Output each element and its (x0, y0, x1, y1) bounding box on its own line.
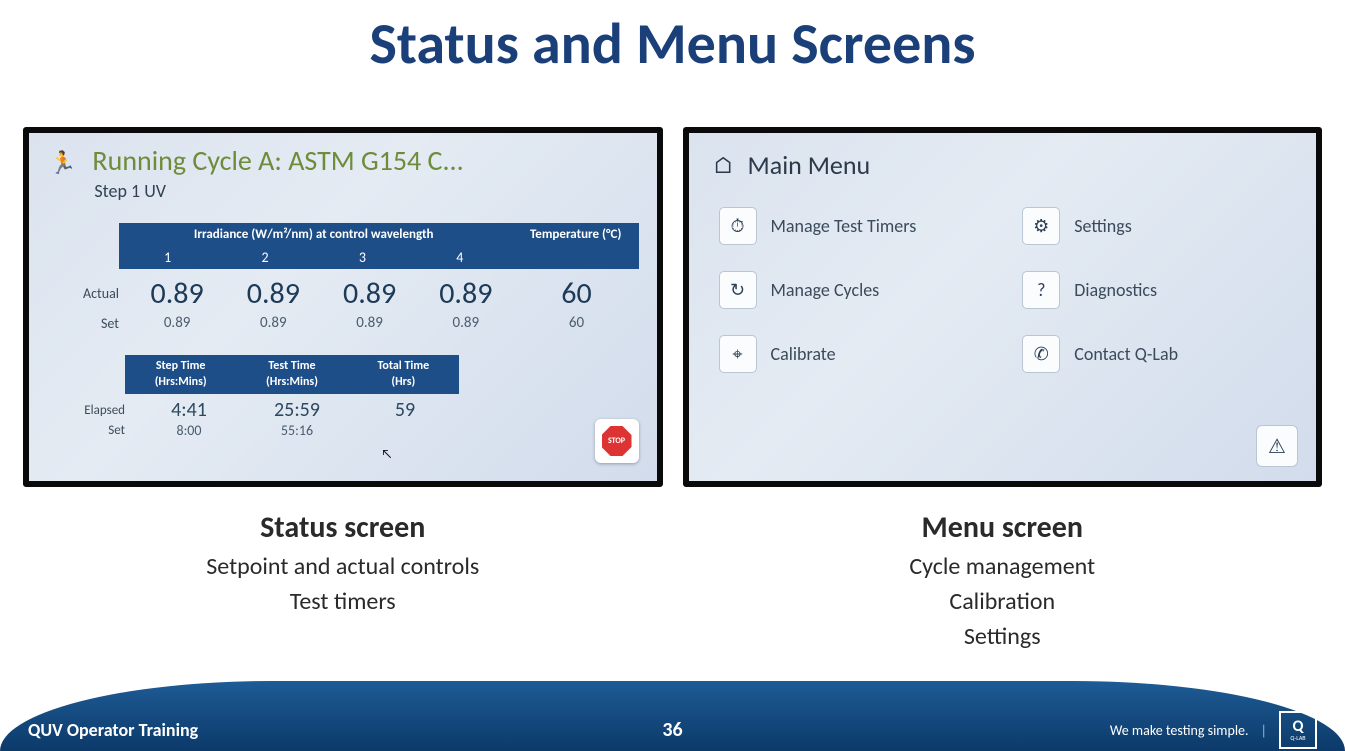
row-label-set: Set (59, 315, 129, 332)
set-test: 55:16 (243, 422, 351, 439)
cycle-icon: ↻ (719, 271, 757, 309)
caption-title: Menu screen (683, 509, 1323, 546)
temp-set: 60 (514, 314, 639, 332)
irr-set: 0.89 (129, 314, 225, 332)
stop-icon: STOP (602, 426, 632, 456)
irr-actual: 0.89 (418, 275, 514, 312)
page-number: 36 (662, 718, 682, 742)
menu-label: Contact Q-Lab (1074, 343, 1178, 365)
col-num: 2 (216, 246, 313, 269)
time-hdr-step: Step Time(Hrs:Mins) (125, 355, 236, 394)
menu-item-calibrate[interactable]: ⌖ Calibrate (719, 335, 983, 373)
gear-icon: ⚙ (1022, 207, 1060, 245)
col-num: 3 (314, 246, 411, 269)
irradiance-header: Irradiance (W/m²/nm) at control waveleng… (119, 223, 512, 246)
elapsed-step: 4:41 (135, 398, 243, 422)
caption-line: Cycle management (683, 550, 1323, 585)
irr-set: 0.89 (418, 314, 514, 332)
irr-actual: 0.89 (129, 275, 225, 312)
running-icon: 🏃 (49, 149, 76, 176)
set-step: 8:00 (135, 422, 243, 439)
menu-label: Diagnostics (1074, 279, 1157, 301)
elapsed-total: 59 (351, 398, 459, 422)
stopwatch-icon: ⏱ (719, 207, 757, 245)
status-screen-panel: 🏃 Running Cycle A: ASTM G154 C... Step 1… (23, 127, 663, 487)
footer-tagline: We make testing simple. (1110, 722, 1249, 739)
menu-item-manage-cycles[interactable]: ↻ Manage Cycles (719, 271, 983, 309)
temperature-header: Temperature (°C) (512, 223, 639, 246)
col-num: 4 (411, 246, 508, 269)
menu-item-settings[interactable]: ⚙ Settings (1022, 207, 1286, 245)
irradiance-table: Irradiance (W/m²/nm) at control waveleng… (59, 223, 639, 332)
menu-label: Calibrate (771, 343, 836, 365)
running-cycle-title: Running Cycle A: ASTM G154 C... (92, 143, 463, 178)
menu-item-manage-test-timers[interactable]: ⏱ Manage Test Timers (719, 207, 983, 245)
caption-line: Calibration (683, 585, 1323, 620)
time-hdr-total: Total Time(Hrs) (348, 355, 459, 394)
stop-button[interactable]: STOP (595, 419, 639, 463)
warning-button[interactable]: ⚠ (1256, 425, 1298, 467)
menu-screen-panel: ⌂ Main Menu ⏱ Manage Test Timers ⚙ Setti… (683, 127, 1323, 487)
row-label-actual: Actual (59, 285, 129, 302)
row-label-elapsed: Elapsed (59, 403, 135, 418)
time-hdr-test: Test Time(Hrs:Mins) (236, 355, 347, 394)
menu-item-diagnostics[interactable]: ? Diagnostics (1022, 271, 1286, 309)
caption-line: Settings (683, 620, 1323, 655)
phone-icon: ✆ (1022, 335, 1060, 373)
irr-set: 0.89 (321, 314, 417, 332)
col-num: 1 (119, 246, 216, 269)
time-table: Step Time(Hrs:Mins) Test Time(Hrs:Mins) … (59, 355, 459, 439)
target-icon: ⌖ (719, 335, 757, 373)
irr-actual: 0.89 (321, 275, 417, 312)
main-menu-title: Main Menu (748, 149, 871, 181)
running-step: Step 1 UV (94, 180, 463, 202)
temp-actual: 60 (514, 275, 639, 312)
menu-label: Manage Test Timers (771, 215, 917, 237)
elapsed-test: 25:59 (243, 398, 351, 422)
warning-icon: ⚠ (1268, 434, 1286, 459)
caption-title: Status screen (23, 509, 663, 546)
menu-item-contact-qlab[interactable]: ✆ Contact Q-Lab (1022, 335, 1286, 373)
qlab-logo-icon: QQ-LAB (1279, 711, 1317, 749)
menu-label: Manage Cycles (771, 279, 880, 301)
caption-line: Test timers (23, 585, 663, 620)
mouse-cursor-icon: ↖ (381, 447, 392, 462)
row-label-set2: Set (59, 423, 135, 438)
caption-right: Menu screen Cycle management Calibration… (683, 505, 1323, 654)
caption-left: Status screen Setpoint and actual contro… (23, 505, 663, 654)
question-icon: ? (1022, 271, 1060, 309)
slide-title: Status and Menu Screens (0, 8, 1345, 79)
irr-set: 0.89 (225, 314, 321, 332)
menu-label: Settings (1074, 215, 1132, 237)
home-icon[interactable]: ⌂ (713, 151, 734, 180)
caption-line: Setpoint and actual controls (23, 550, 663, 585)
irr-actual: 0.89 (225, 275, 321, 312)
footer-left: QUV Operator Training (28, 719, 662, 741)
